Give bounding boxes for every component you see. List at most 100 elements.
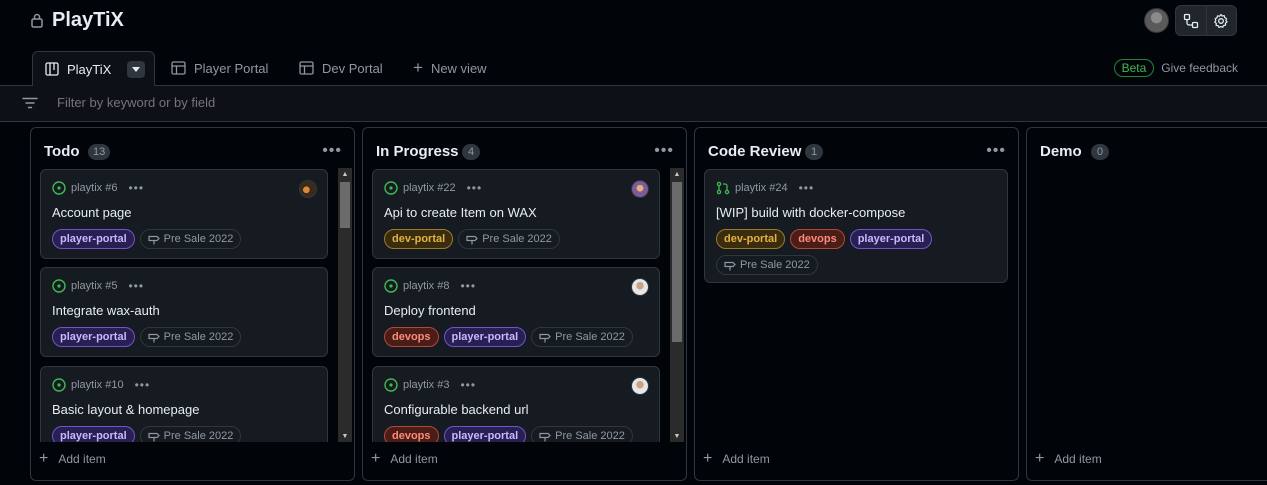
card-title[interactable]: [WIP] build with docker-compose (716, 205, 905, 220)
workflows-button[interactable] (1176, 6, 1206, 35)
column-scrollbar[interactable]: ▲ ▼ (670, 168, 684, 442)
card-ref: playtix #10 (71, 379, 124, 391)
card[interactable]: playtix #3 ••• Configurable backend url … (372, 366, 660, 442)
assignee-avatar[interactable] (631, 377, 649, 395)
table-icon (171, 61, 186, 75)
card-menu-button[interactable]: ••• (135, 378, 151, 392)
card-menu-button[interactable]: ••• (128, 279, 144, 293)
scroll-up-arrow-icon[interactable]: ▲ (338, 168, 352, 180)
card-ref: playtix #6 (71, 182, 118, 194)
label-player-portal[interactable]: player-portal (443, 327, 527, 347)
label-devops[interactable]: devops (384, 426, 439, 442)
tab-options-button[interactable] (127, 60, 146, 78)
card-title[interactable]: Account page (52, 205, 132, 220)
column-menu-button[interactable]: ••• (654, 142, 674, 160)
user-avatar[interactable] (1144, 8, 1169, 33)
milestone-icon (148, 235, 160, 244)
label-player-portal[interactable]: player-portal (52, 229, 135, 249)
new-view-button[interactable]: + New view (413, 50, 487, 86)
milestone-icon (148, 432, 160, 441)
milestone-badge[interactable]: Pre Sale 2022 (716, 255, 818, 275)
scroll-up-arrow-icon[interactable]: ▲ (670, 168, 684, 180)
beta-badge: Beta (1113, 59, 1155, 77)
label-dev-portal[interactable]: dev-portal (716, 229, 786, 249)
card-ref: playtix #8 (403, 280, 450, 292)
card-title[interactable]: Basic layout & homepage (52, 402, 199, 417)
milestone-badge[interactable]: Pre Sale 2022 (139, 229, 242, 249)
plus-icon: + (703, 450, 713, 467)
column-code-review: Code Review 1 ••• playtix #24 ••• [WIP] … (694, 127, 1019, 481)
add-item-button[interactable]: + Add item (703, 450, 770, 468)
assignee-avatar[interactable] (631, 180, 649, 198)
label-dev-portal[interactable]: dev-portal (384, 229, 454, 249)
milestone-label: Pre Sale 2022 (740, 259, 810, 271)
card-title[interactable]: Integrate wax-auth (52, 303, 160, 318)
card[interactable]: playtix #24 ••• [WIP] build with docker-… (704, 169, 1008, 283)
card[interactable]: playtix #8 ••• Deploy frontend devops pl… (372, 267, 660, 357)
milestone-badge[interactable]: Pre Sale 2022 (531, 327, 633, 347)
label-devops[interactable]: devops (790, 229, 845, 249)
tab-label: Player Portal (194, 60, 269, 76)
card-meta: playtix #5 ••• (52, 279, 144, 293)
tab-playtix[interactable]: PlayTiX (32, 51, 155, 87)
milestone-badge[interactable]: Pre Sale 2022 (139, 327, 242, 347)
card[interactable]: playtix #6 ••• Account page player-porta… (40, 169, 328, 259)
add-item-button[interactable]: + Add item (39, 450, 106, 468)
label-player-portal[interactable]: player-portal (52, 327, 135, 347)
plus-icon: + (39, 450, 49, 467)
column-demo: Demo 0 + Add item (1026, 127, 1267, 481)
column-scrollbar[interactable]: ▲ ▼ (338, 168, 352, 442)
add-item-button[interactable]: + Add item (1035, 450, 1102, 468)
milestone-icon (148, 333, 160, 342)
scroll-down-arrow-icon[interactable]: ▼ (670, 430, 684, 442)
give-feedback-link[interactable]: Give feedback (1161, 61, 1238, 75)
tab-player-portal[interactable]: Player Portal (171, 50, 268, 86)
label-player-portal[interactable]: player-portal (849, 229, 933, 249)
filter-input[interactable] (57, 95, 457, 110)
card-ref: playtix #5 (71, 280, 118, 292)
card-menu-button[interactable]: ••• (460, 378, 476, 392)
card-title[interactable]: Api to create Item on WAX (384, 205, 537, 220)
card-title[interactable]: Configurable backend url (384, 402, 529, 417)
top-bar: PlayTiX (0, 0, 1267, 44)
column-body: playtix #6 ••• Account page player-porta… (31, 168, 354, 442)
card[interactable]: playtix #22 ••• Api to create Item on WA… (372, 169, 660, 259)
card-title[interactable]: Deploy frontend (384, 303, 476, 318)
card-meta: playtix #22 ••• (384, 181, 482, 195)
column-menu-button[interactable]: ••• (322, 142, 342, 160)
card[interactable]: playtix #5 ••• Integrate wax-auth player… (40, 267, 328, 357)
milestone-badge[interactable]: Pre Sale 2022 (139, 426, 242, 442)
card-labels: devops player-portal Pre Sale 2022 (384, 426, 654, 442)
milestone-icon (539, 333, 552, 342)
scroll-thumb[interactable] (340, 182, 350, 228)
assignee-avatar[interactable] (631, 278, 649, 296)
scroll-thumb[interactable] (672, 182, 682, 342)
card-menu-button[interactable]: ••• (799, 181, 815, 195)
tab-dev-portal[interactable]: Dev Portal (299, 50, 383, 86)
assignee-avatar[interactable] (299, 180, 317, 198)
header-actions (1175, 5, 1237, 36)
add-item-button[interactable]: + Add item (371, 450, 438, 468)
filter-icon (22, 97, 38, 109)
milestone-badge[interactable]: Pre Sale 2022 (458, 229, 560, 249)
pull-request-icon (716, 181, 730, 195)
milestone-icon (539, 432, 552, 441)
label-player-portal[interactable]: player-portal (443, 426, 527, 442)
open-issue-icon (52, 181, 66, 195)
scroll-down-arrow-icon[interactable]: ▼ (338, 430, 352, 442)
label-devops[interactable]: devops (384, 327, 439, 347)
card[interactable]: playtix #10 ••• Basic layout & homepage … (40, 366, 328, 442)
view-tabs: PlayTiX Player Portal Dev Portal + New v… (0, 50, 1267, 87)
milestone-label: Pre Sale 2022 (163, 331, 234, 343)
open-issue-icon (52, 378, 66, 392)
milestone-badge[interactable]: Pre Sale 2022 (531, 426, 633, 442)
gear-icon (1214, 13, 1229, 28)
settings-button[interactable] (1205, 6, 1236, 35)
tab-label: Dev Portal (322, 60, 383, 76)
label-player-portal[interactable]: player-portal (52, 426, 135, 442)
card-menu-button[interactable]: ••• (460, 279, 476, 293)
card-menu-button[interactable]: ••• (128, 181, 144, 195)
card-menu-button[interactable]: ••• (467, 181, 483, 195)
column-menu-button[interactable]: ••• (986, 142, 1006, 160)
plus-icon: + (371, 450, 381, 467)
